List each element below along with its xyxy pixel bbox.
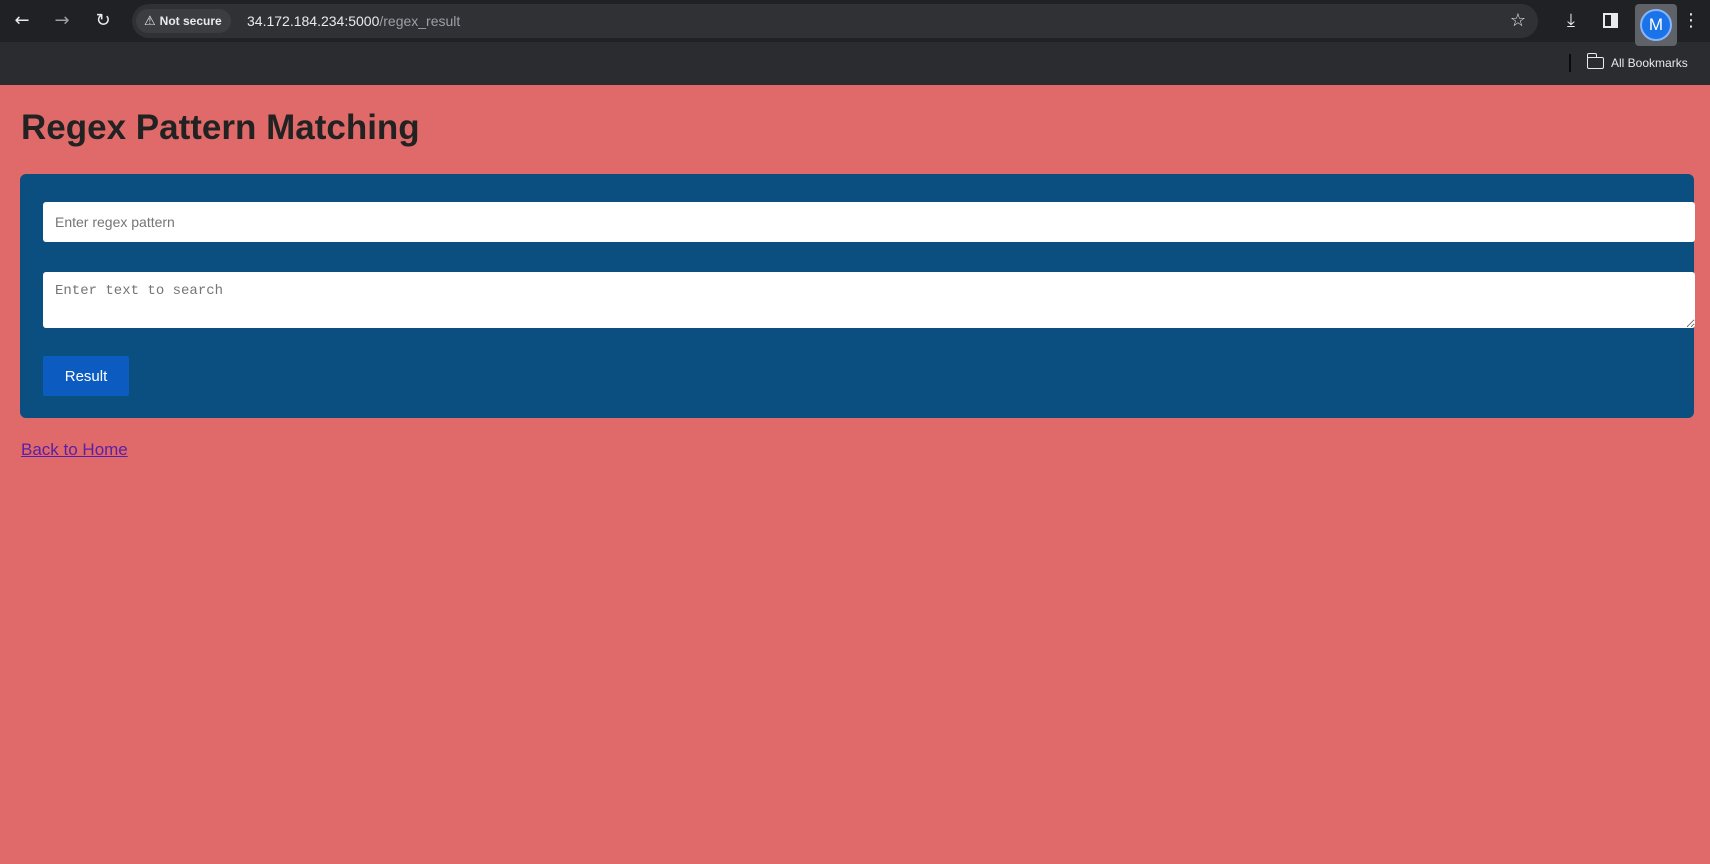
back-to-home-link[interactable]: Back to Home (21, 440, 128, 460)
regex-form: Result (20, 174, 1695, 418)
download-icon[interactable]: ⤓ (1558, 8, 1584, 34)
side-panel-icon[interactable] (1597, 8, 1623, 34)
browser-toolbar: ← → ↻ ⚠ Not secure 34.172.184.234:5000/re… (0, 0, 1710, 46)
profile-button[interactable]: M (1635, 4, 1677, 46)
reload-icon[interactable]: ↻ (90, 8, 116, 34)
menu-dots-icon[interactable]: ⋮ (1681, 8, 1701, 34)
browser-chrome: ← → ↻ ⚠ Not secure 34.172.184.234:5000/re… (0, 0, 1710, 85)
warning-icon: ⚠ (144, 14, 156, 29)
regex-pattern-input[interactable] (43, 202, 1695, 242)
address-bar[interactable]: ⚠ Not secure 34.172.184.234:5000/regex_re… (132, 4, 1538, 38)
forward-arrow-icon[interactable]: → (49, 8, 75, 34)
page-title: Regex Pattern Matching (21, 108, 420, 147)
all-bookmarks-button[interactable]: All Bookmarks (1586, 48, 1688, 78)
search-text-area[interactable] (43, 272, 1695, 328)
bookmarks-divider (1569, 54, 1571, 72)
url-text[interactable]: 34.172.184.234:5000/regex_result (247, 4, 460, 38)
bookmarks-bar: All Bookmarks (0, 48, 1710, 78)
folder-icon (1586, 53, 1604, 69)
url-host: 34.172.184.234:5000 (247, 13, 380, 29)
result-button[interactable]: Result (43, 356, 129, 396)
security-chip[interactable]: ⚠ Not secure (136, 9, 231, 33)
star-icon[interactable]: ☆ (1510, 4, 1526, 38)
all-bookmarks-label: All Bookmarks (1611, 56, 1688, 70)
avatar: M (1640, 9, 1672, 41)
back-arrow-icon[interactable]: ← (9, 8, 35, 34)
security-label: Not secure (159, 14, 222, 28)
url-path: /regex_result (379, 13, 461, 29)
